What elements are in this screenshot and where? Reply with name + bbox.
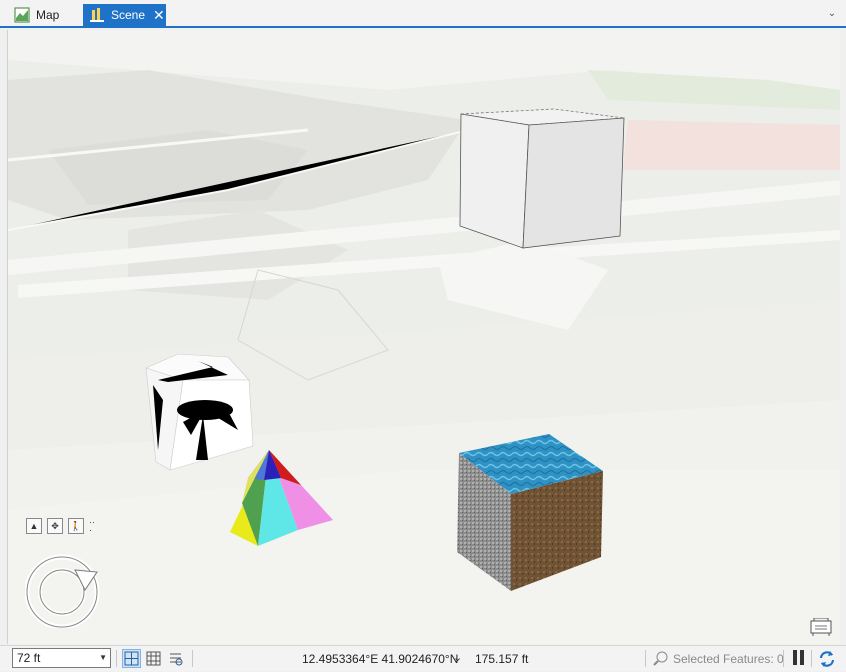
walk-mode-button[interactable]: 🚶 [68, 518, 84, 534]
bookmark-icon[interactable] [810, 617, 832, 636]
elevation-readout: 175.157 ft [475, 652, 529, 666]
tab-map[interactable]: Map [8, 4, 82, 26]
snapping-icon[interactable] [122, 649, 141, 668]
scale-dropdown[interactable]: 72 ft ▼ [12, 648, 111, 668]
pause-drawing-button[interactable] [790, 650, 806, 667]
scene-view[interactable]: ▲ ✥ 🚶 ·· · [7, 30, 840, 644]
chevron-down-icon: ▼ [99, 653, 107, 662]
divider [645, 650, 646, 667]
scale-value: 72 ft [17, 651, 41, 665]
correction-icon[interactable] [166, 649, 185, 668]
tab-list-chevron-down-icon[interactable]: ⌄ [826, 8, 838, 20]
map-icon [14, 7, 30, 23]
view-tab-bar: Map Scene ✕ ⌄ [0, 0, 846, 28]
select-features-icon[interactable] [653, 650, 669, 666]
divider [192, 650, 193, 667]
coordinate-format-chevron-down-icon[interactable]: ⌄ [453, 651, 462, 664]
collapse-navigator-button[interactable]: ▲ [26, 518, 42, 534]
divider [783, 650, 784, 667]
scene-canvas [8, 30, 840, 644]
tab-map-label: Map [36, 8, 60, 22]
full-control-button[interactable]: ✥ [47, 518, 63, 534]
scene-icon [89, 7, 105, 23]
tab-scene[interactable]: Scene ✕ [83, 4, 166, 26]
divider [116, 650, 117, 667]
grid-icon[interactable] [144, 649, 163, 668]
more-options-icon[interactable]: ·· · [89, 518, 99, 535]
navigator-compass[interactable] [24, 552, 101, 630]
grey-cube[interactable] [459, 108, 625, 249]
refresh-icon[interactable] [817, 649, 837, 669]
navigator-buttons: ▲ ✥ 🚶 ·· · [26, 518, 99, 535]
divider [811, 650, 812, 667]
tab-scene-label: Scene [111, 8, 146, 22]
selected-features-count: Selected Features: 0 [673, 652, 784, 666]
coordinate-readout: 12.4953364°E 41.9024670°N [302, 652, 459, 666]
close-icon[interactable]: ✕ [153, 8, 165, 22]
status-bar: 72 ft ▼ 12.4953364°E 41.9024670°N ⌄ 175.… [0, 645, 846, 671]
